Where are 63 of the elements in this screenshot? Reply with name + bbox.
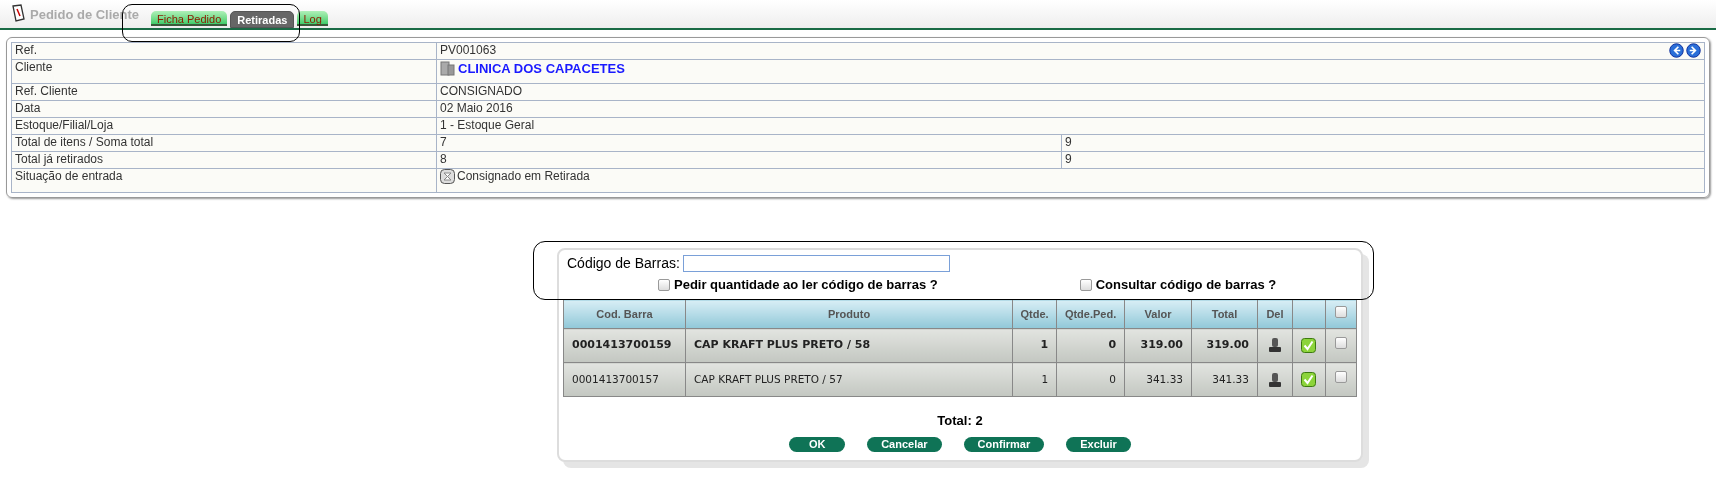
column-header: Cod. Barra — [596, 307, 653, 320]
checkbox[interactable] — [1334, 336, 1347, 349]
table-cell: 1 — [1040, 338, 1049, 352]
table-cell: 341.33 — [1212, 372, 1249, 385]
column-header: Total — [1211, 307, 1238, 320]
table-cell: 341.33 — [1146, 372, 1183, 385]
field-value: 8 — [440, 152, 447, 167]
field-label: Ref. — [15, 43, 37, 57]
table-cell: 0 — [1109, 372, 1117, 385]
checkbox[interactable] — [1079, 279, 1092, 291]
field-label: Cliente — [15, 60, 53, 74]
table-cell: 0001413700157 — [572, 372, 659, 385]
table-cell: 0001413700159 — [572, 338, 672, 352]
arrow-right-icon[interactable] — [1686, 43, 1701, 58]
action-button[interactable]: OK — [789, 436, 846, 452]
field-value: Consignado em Retirada — [457, 169, 590, 184]
column-header: Del — [1266, 307, 1284, 320]
table-cell: CAP KRAFT PLUS PRETO / 57 — [693, 372, 843, 385]
arrow-left-icon[interactable] — [1669, 43, 1684, 58]
field-label: Total já retirados — [15, 152, 104, 166]
action-button[interactable]: Confirmar — [963, 436, 1045, 452]
action-button[interactable]: Cancelar — [867, 436, 942, 452]
column-header: Valor — [1144, 307, 1172, 320]
field-value: PV001063 — [440, 43, 497, 58]
column-header: Produto — [827, 307, 871, 320]
table-cell: 0 — [1108, 338, 1117, 352]
tab[interactable]: Retiradas — [230, 11, 295, 28]
field-label: Situação de entrada — [15, 169, 123, 183]
buildings-icon — [440, 60, 456, 76]
table-cell: 319.00 — [1140, 338, 1183, 352]
total-count: Total: 2 — [937, 412, 983, 430]
option-label: Pedir quantidade ao ler código de barras ? — [674, 276, 938, 295]
field-value: CONSIGNADO — [440, 84, 522, 99]
checkbox[interactable] — [658, 279, 670, 291]
option-label: Consultar código de barras ? — [1095, 276, 1277, 295]
field-label: Código de Barras: — [567, 254, 680, 273]
table-cell: 1 — [1041, 372, 1049, 385]
action-button[interactable]: Excluir — [1066, 436, 1131, 452]
checkbox[interactable] — [1334, 371, 1347, 384]
document-icon — [10, 4, 26, 22]
stamp-icon[interactable] — [1267, 371, 1282, 388]
tab[interactable]: Log — [297, 11, 328, 26]
checkmark-icon[interactable] — [1301, 372, 1317, 388]
stamp-icon[interactable] — [1267, 337, 1282, 354]
field-label: Data — [15, 101, 41, 115]
column-header: Qtde.Ped. — [1064, 307, 1117, 320]
tab[interactable]: Ficha Pedido — [151, 11, 228, 26]
checkbox[interactable] — [1334, 305, 1347, 318]
field-value: 02 Maio 2016 — [440, 101, 513, 116]
field-label: Estoque/Filial/Loja — [15, 118, 114, 132]
hourglass-icon — [440, 169, 455, 184]
table-cell: 319.00 — [1206, 338, 1249, 352]
barcode-field[interactable] — [682, 255, 950, 272]
table-cell: CAP KRAFT PLUS PRETO / 58 — [693, 338, 871, 352]
field-value: 9 — [1065, 152, 1072, 166]
field-label: Ref. Cliente — [15, 84, 78, 98]
checkmark-icon[interactable] — [1301, 337, 1317, 353]
field-value: 9 — [1065, 135, 1072, 149]
field-value: 1 - Estoque Geral — [440, 118, 535, 133]
field-label: Total de itens / Soma total — [15, 135, 154, 149]
field-value: 7 — [440, 135, 447, 150]
column-header: Qtde. — [1020, 307, 1049, 320]
client-link[interactable]: CLINICA DOS CAPACETES — [458, 61, 625, 76]
